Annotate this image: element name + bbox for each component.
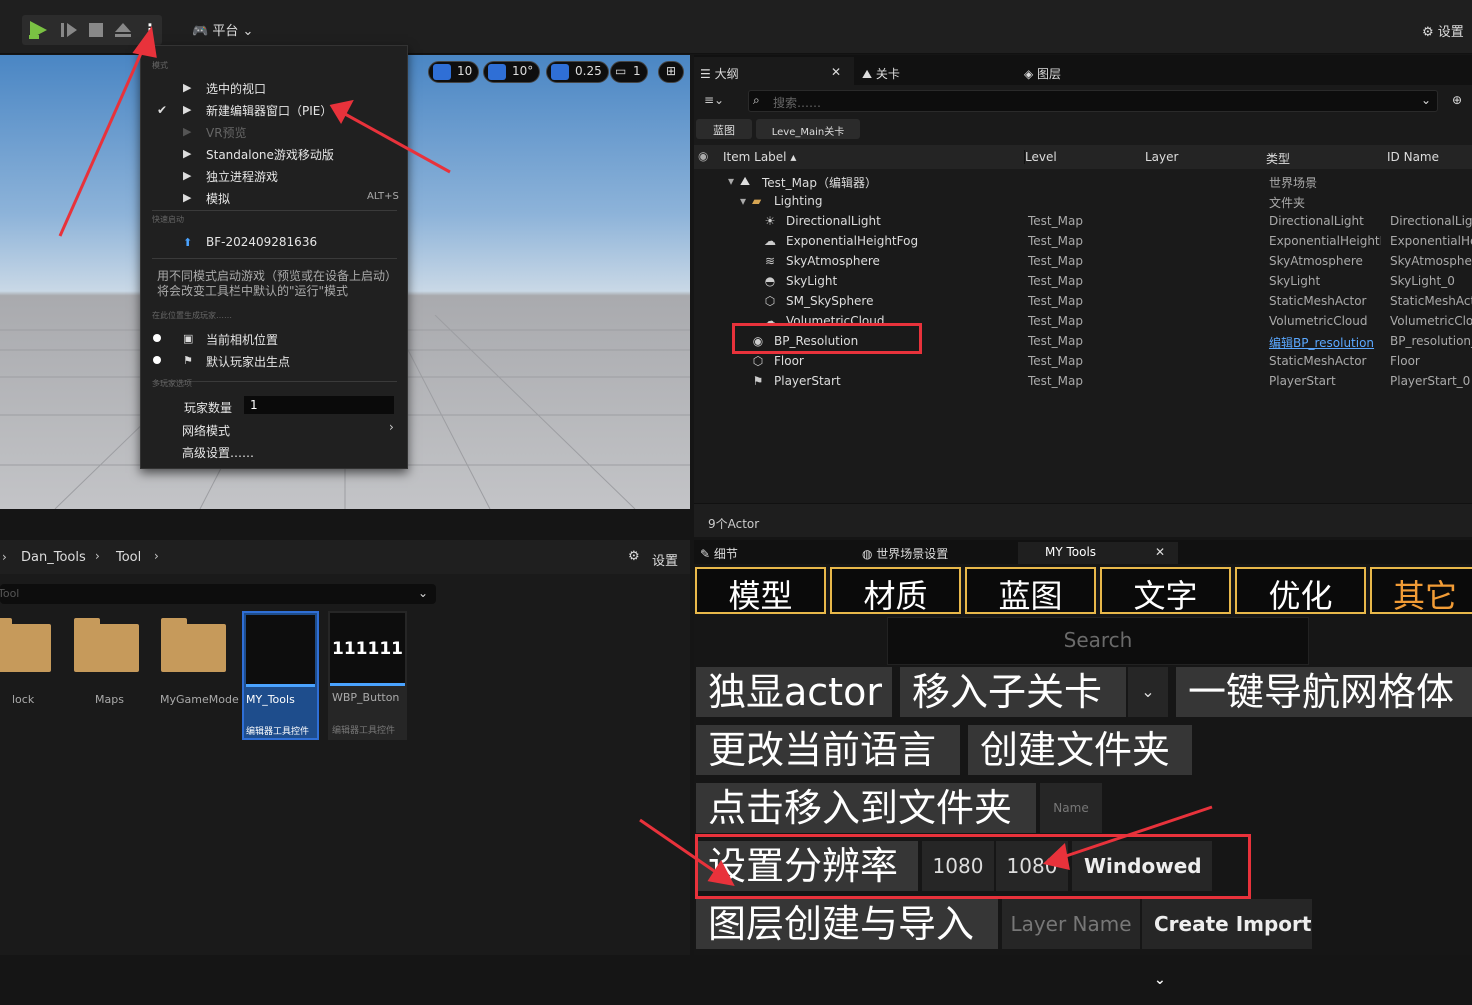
annotation-arrows (58, 26, 1213, 887)
chevron-down-icon: ⌄ (1154, 972, 1166, 988)
